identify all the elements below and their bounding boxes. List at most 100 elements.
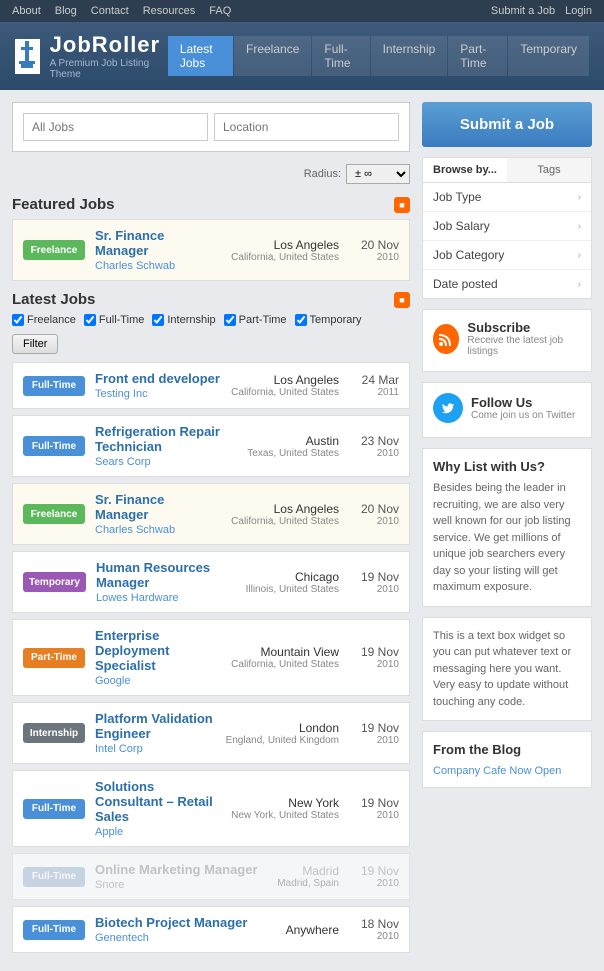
job-company[interactable]: Intel Corp [95,743,143,755]
left-column: Radius: ± ∞ 10 mi 25 mi 50 mi 100 mi Fea… [12,102,410,959]
job-title[interactable]: Sr. Finance Manager [95,492,221,522]
filter-temporary-label: Temporary [310,314,362,326]
job-title[interactable]: Human Resources Manager [96,560,236,590]
filter-button[interactable]: Filter [12,334,58,354]
job-company[interactable]: Testing Inc [95,388,148,400]
job-info: Sr. Finance Manager Charles Schwab [95,228,221,272]
job-location-state: California, United States [231,252,339,263]
tab-full-time[interactable]: Full-Time [312,36,369,76]
job-title[interactable]: Enterprise Deployment Specialist [95,628,221,673]
job-location-state: New York, United States [231,810,339,821]
chevron-right-icon: › [578,250,581,261]
search-area: Radius: ± ∞ 10 mi 25 mi 50 mi 100 mi [12,102,410,186]
job-date-day: 23 Nov [349,434,399,448]
filter-temporary: Temporary [295,314,362,326]
subscribe-text: Subscribe Receive the latest job listing… [467,320,581,357]
nav-submit-job[interactable]: Submit a Job [491,5,555,17]
job-location-city: Los Angeles [231,238,339,252]
job-location: Madrid Madrid, Spain [277,864,339,889]
nav-login[interactable]: Login [565,5,592,17]
job-location-city: Madrid [277,864,339,878]
job-location-state: Texas, United States [247,448,339,459]
featured-job-company[interactable]: Charles Schwab [95,260,175,272]
nav-faq[interactable]: FAQ [209,5,231,17]
radius-select[interactable]: ± ∞ 10 mi 25 mi 50 mi 100 mi [346,164,410,184]
featured-jobs-header: Featured Jobs ■ [12,196,410,213]
browse-item-job-type[interactable]: Job Type › [423,183,591,212]
job-date: 24 Mar 2011 [349,373,399,398]
logo-area: JobRoller A Premium Job Listing Theme [15,32,167,80]
job-date-year: 2010 [349,878,399,889]
top-navigation: About Blog Contact Resources FAQ Submit … [0,0,604,22]
nav-contact[interactable]: Contact [91,5,129,17]
featured-job-item: Freelance Sr. Finance Manager Charles Sc… [12,219,410,281]
job-location-state: Madrid, Spain [277,878,339,889]
job-title[interactable]: Biotech Project Manager [95,915,276,930]
job-date: 19 Nov 2010 [349,721,399,746]
job-title[interactable]: Solutions Consultant – Retail Sales [95,779,221,824]
tab-temporary[interactable]: Temporary [508,36,589,76]
twitter-icon [433,393,463,423]
browse-item-job-category[interactable]: Job Category › [423,241,591,270]
job-info: Refrigeration Repair Technician Sears Co… [95,424,237,468]
tab-internship[interactable]: Internship [371,36,448,76]
job-company[interactable]: Genentech [95,932,149,944]
filter-internship-checkbox[interactable] [152,314,164,326]
job-date: 23 Nov 2010 [349,434,399,459]
nav-resources[interactable]: Resources [143,5,196,17]
filter-parttime-checkbox[interactable] [224,314,236,326]
latest-rss-icon[interactable]: ■ [394,292,410,308]
job-company[interactable]: Snore [95,879,124,891]
job-info: Online Marketing Manager Snore [95,862,267,891]
job-title[interactable]: Refrigeration Repair Technician [95,424,237,454]
featured-rss-icon[interactable]: ■ [394,197,410,213]
nav-blog[interactable]: Blog [55,5,77,17]
tab-latest-jobs[interactable]: Latest Jobs [168,36,233,76]
job-date-year: 2011 [349,387,399,398]
radius-label: Radius: [304,168,341,180]
job-company[interactable]: Charles Schwab [95,524,175,536]
job-date-year: 2010 [349,735,399,746]
site-title: JobRoller [50,32,167,58]
follow-header: Follow Us Come join us on Twitter [433,393,581,423]
radius-row: Radius: ± ∞ 10 mi 25 mi 50 mi 100 mi [12,160,410,186]
job-badge: Temporary [23,572,86,592]
search-input[interactable] [23,113,208,141]
filter-parttime: Part-Time [224,314,287,326]
job-location-state: England, United Kingdom [226,735,339,746]
filter-temporary-checkbox[interactable] [295,314,307,326]
job-title[interactable]: Online Marketing Manager [95,862,267,877]
browse-item-date-posted[interactable]: Date posted › [423,270,591,298]
nav-about[interactable]: About [12,5,41,17]
job-date-day: 19 Nov [349,864,399,878]
top-nav-left: About Blog Contact Resources FAQ [12,5,231,17]
browse-tab-browse[interactable]: Browse by... [423,158,507,182]
job-company[interactable]: Apple [95,826,123,838]
filter-fulltime-label: Full-Time [99,314,144,326]
site-header: JobRoller A Premium Job Listing Theme La… [0,22,604,90]
browse-item-job-salary[interactable]: Job Salary › [423,212,591,241]
chevron-right-icon: › [578,221,581,232]
job-date-year: 2010 [349,252,399,263]
job-company[interactable]: Google [95,675,130,687]
job-badge-freelance: Freelance [23,240,85,260]
job-title[interactable]: Platform Validation Engineer [95,711,216,741]
tab-part-time[interactable]: Part-Time [448,36,507,76]
job-title[interactable]: Front end developer [95,371,221,386]
submit-job-button[interactable]: Submit a Job [422,102,592,147]
filter-fulltime-checkbox[interactable] [84,314,96,326]
job-location-city: Anywhere [286,923,339,937]
blog-link[interactable]: Company Cafe Now Open [433,765,561,777]
job-badge: Full-Time [23,376,85,396]
follow-title: Follow Us [471,395,575,410]
featured-job-title[interactable]: Sr. Finance Manager [95,228,221,258]
location-input[interactable] [214,113,399,141]
filter-freelance-checkbox[interactable] [12,314,24,326]
job-location-city: Chicago [246,570,339,584]
follow-box: Follow Us Come join us on Twitter [422,382,592,438]
tab-freelance[interactable]: Freelance [234,36,311,76]
job-company[interactable]: Lowes Hardware [96,592,179,604]
job-company[interactable]: Sears Corp [95,456,151,468]
browse-tab-tags[interactable]: Tags [507,158,591,182]
job-date: 19 Nov 2010 [349,645,399,670]
